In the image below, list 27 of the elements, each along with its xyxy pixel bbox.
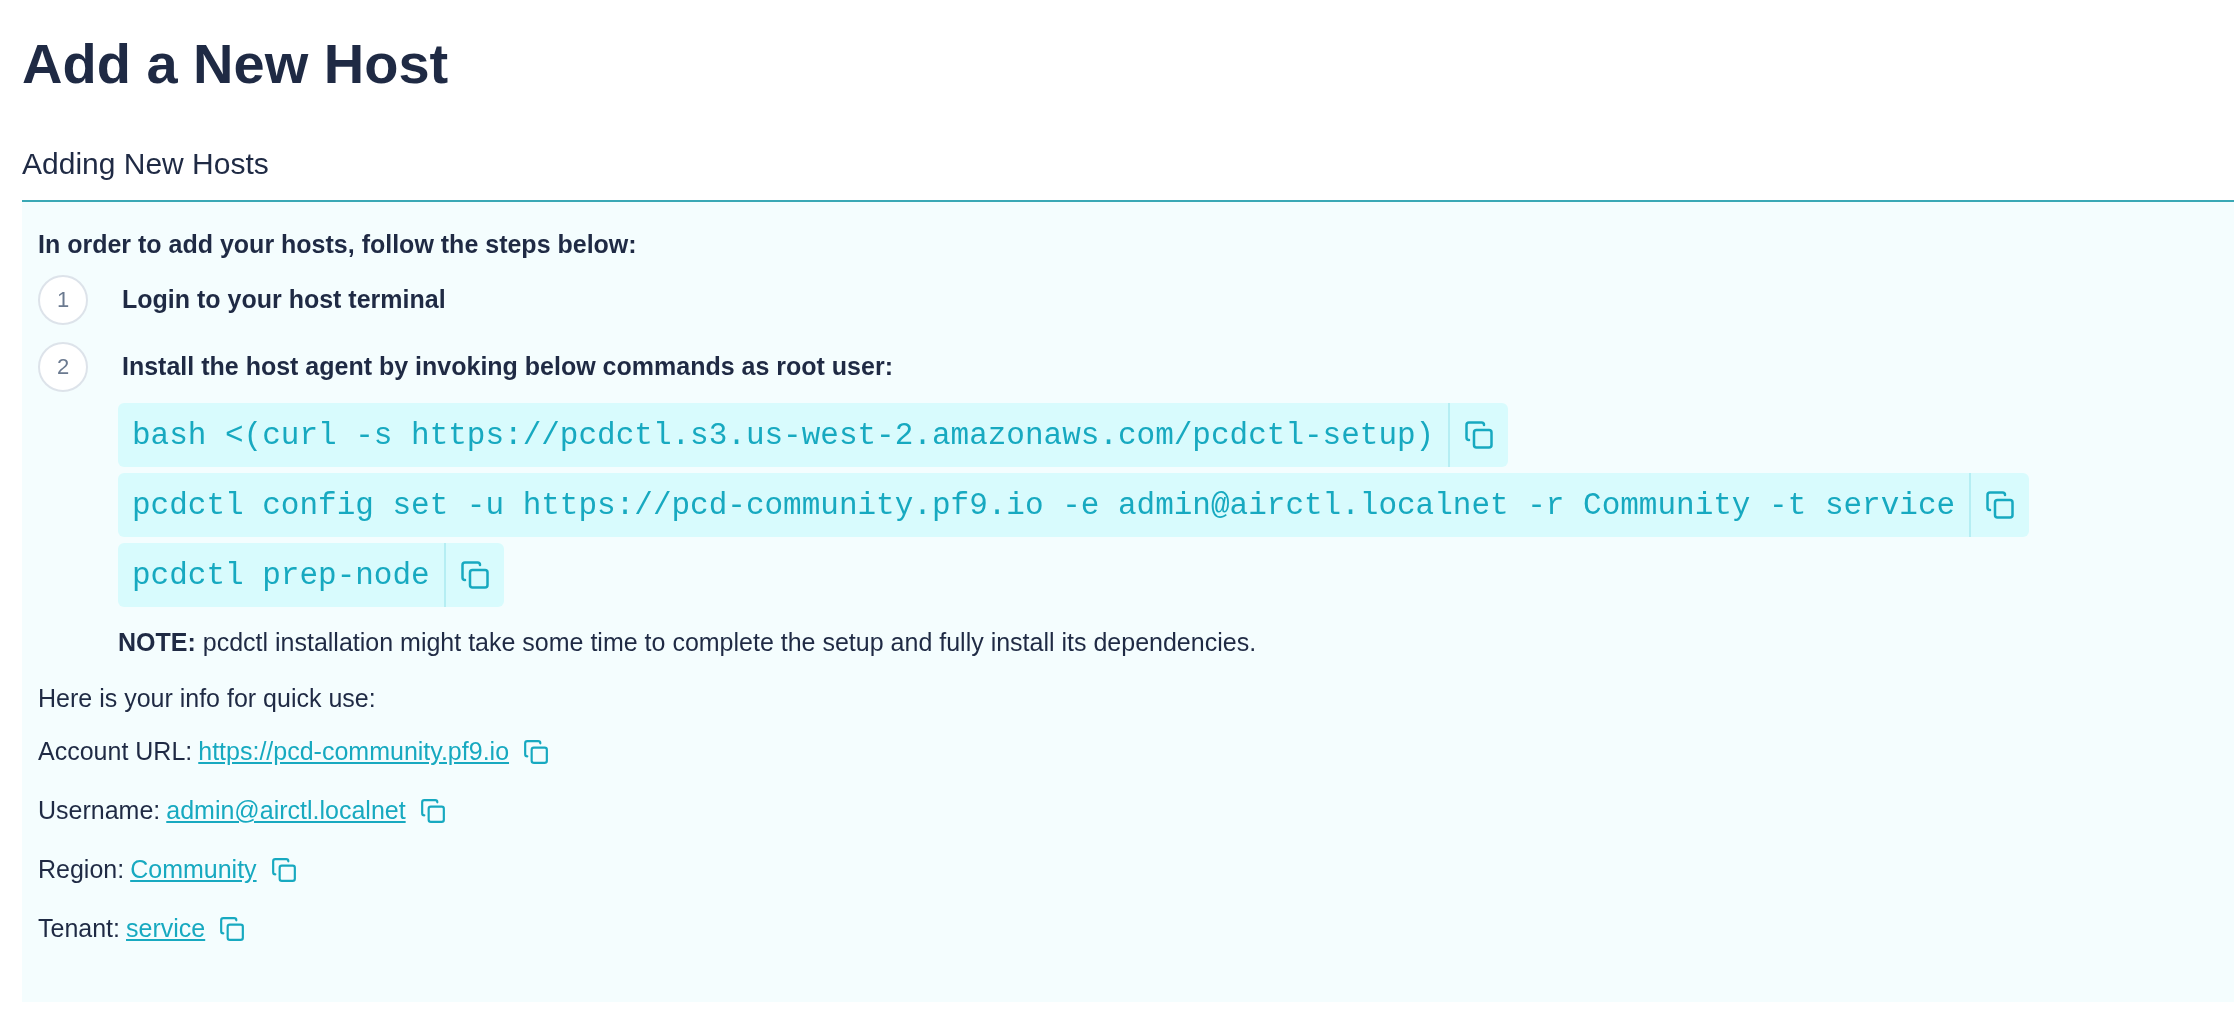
info-link[interactable]: https://pcd-community.pf9.io <box>198 737 510 766</box>
copy-icon <box>219 915 246 942</box>
info-label: Account URL: <box>38 737 193 766</box>
info-heading: Here is your info for quick use: <box>38 683 376 713</box>
step-text: Login to your host terminal <box>122 285 446 314</box>
note-text: NOTE: pcdctl installation might take some time to complete the setup and fully install its dependencies. <box>118 627 1257 657</box>
step-number: 2 <box>38 341 88 392</box>
copy-icon <box>523 738 550 765</box>
info-label: Region: <box>38 855 125 884</box>
copy-icon <box>459 560 490 590</box>
info-label: Username: <box>38 796 161 825</box>
section-title: Adding New Hosts <box>22 146 269 182</box>
step-text: Install the host agent by invoking below commands as root user: <box>122 352 893 381</box>
info-link[interactable]: Community <box>130 855 257 884</box>
copy-icon <box>1464 420 1495 450</box>
command-text: bash <(curl -s https://pcdctl.s3.us-west-2.amazonaws.com/pcdctl-setup) <box>118 403 1451 467</box>
info-link[interactable]: admin@airctl.localnet <box>166 796 406 825</box>
info-label: Tenant: <box>38 914 120 943</box>
command-text: pcdctl prep-node <box>118 543 446 607</box>
info-link[interactable]: service <box>126 914 206 943</box>
page-title: Add a New Host <box>22 31 449 97</box>
copy-icon <box>419 797 446 824</box>
command-text: pcdctl config set -u https://pcd-community.pf9.io -e admin@airctl.localnet -r Community -t service <box>118 473 1972 537</box>
intro-text: In order to add your hosts, follow the steps below: <box>38 229 637 259</box>
step-number: 1 <box>38 274 88 325</box>
copy-icon <box>270 856 297 883</box>
copy-icon <box>1985 490 2016 520</box>
